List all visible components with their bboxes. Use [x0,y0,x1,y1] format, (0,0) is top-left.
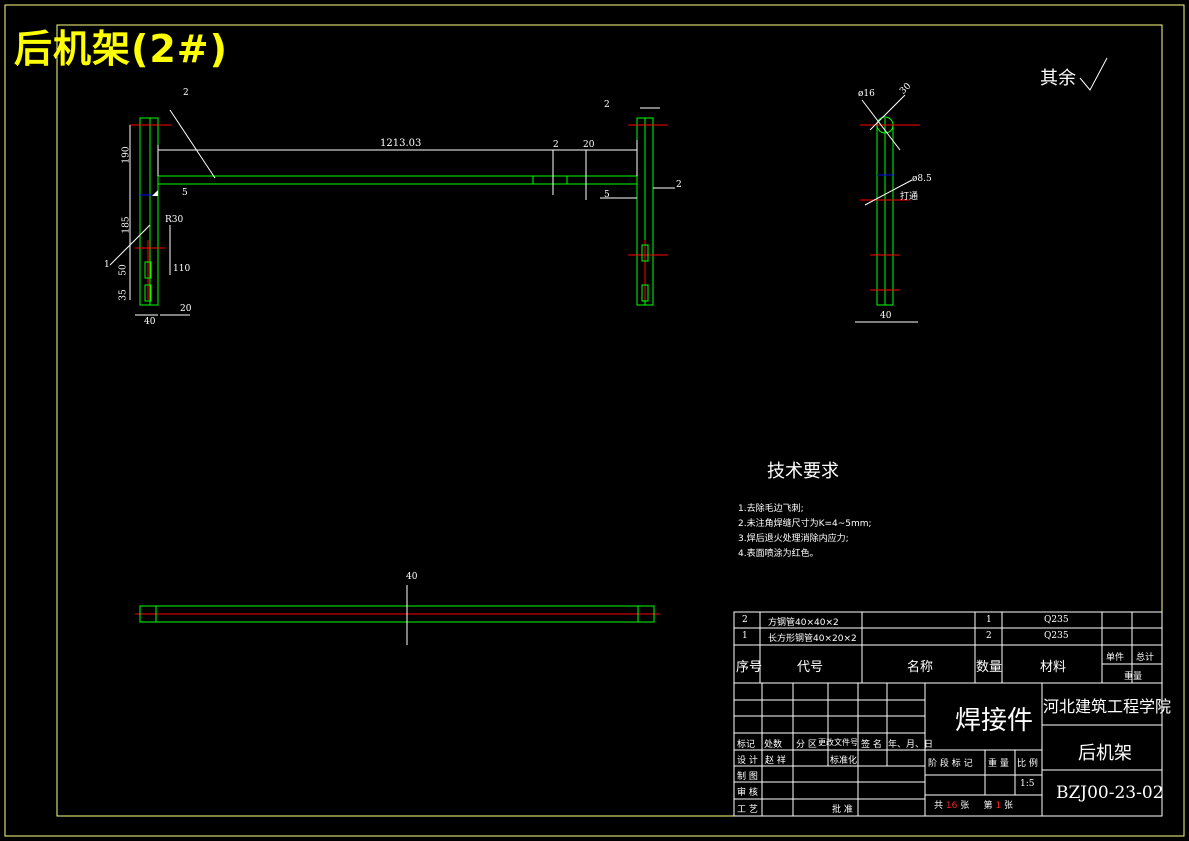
tb-change-doc: 更改文件号 [818,738,858,747]
dim-40a: 40 [144,317,156,327]
dim-40c: 40 [406,572,418,582]
surface-note: 其余 [1040,68,1076,89]
dim-dia85-note: 打通 [900,192,919,202]
bom-row-material: Q235 [1044,631,1069,641]
tb-sheet-count: 共 16 张 第 1 张 [934,798,1013,811]
top-view [135,585,660,645]
label-2a: 2 [183,88,189,98]
tb-part-name: 后机架 [1078,743,1132,764]
roughness-symbol [1079,57,1108,91]
dim-20a: 20 [583,140,595,150]
tb-sheets-unit: 张 [960,801,970,811]
dim-r30: R30 [165,215,184,225]
tb-design: 设 计 [737,756,758,766]
tb-process: 工 艺 [737,805,758,815]
side-view [855,94,920,323]
tb-weight: 重 量 [988,759,1009,769]
tb-sheet-no-label: 第 [983,801,993,811]
bom-row-name: 长方形钢管40×20×2 [768,634,857,644]
tb-stage: 阶 段 标 记 [928,759,973,769]
tech-heading: 技术要求 [767,461,839,482]
tb-mark: 标记 [737,740,756,750]
label-2b: 2 [553,140,559,150]
dim-185: 185 [121,216,132,234]
bom-header-code: 代号 [797,660,824,675]
tb-date: 年、月、日 [888,740,934,750]
bom-header-unit: 单件 [1106,653,1125,663]
bom-header-total: 总计 [1136,653,1155,663]
tb-draw: 制 图 [737,772,758,782]
dim-20b: 20 [180,304,192,314]
bom-row-material: Q235 [1044,615,1069,625]
dim-40b: 40 [880,311,892,321]
tb-type: 焊接件 [955,706,1034,736]
label-2c: 2 [604,100,610,110]
dim-50: 50 [118,264,129,276]
tb-drawing-no: BZJ00-23-02 [1056,783,1164,803]
tb-scale: 1:5 [1020,779,1035,789]
tb-approve: 批 准 [832,805,853,815]
dim-35: 35 [118,289,129,301]
tb-designer: 赵 祥 [765,756,786,766]
tech-note: 4.表面喷涂为红色。 [738,549,819,559]
tb-ratio: 比 例 [1017,759,1038,769]
dim-110: 110 [173,264,191,274]
bom-header-name: 名称 [907,660,934,675]
bom-row-qty: 1 [986,615,992,625]
bom-header-material: 材料 [1040,660,1067,675]
bom-row-no: 2 [742,615,748,625]
sheet-title: 后机架(2#) [14,27,229,71]
bom-row-no: 1 [742,631,748,641]
label-2d: 2 [676,180,682,190]
dim-front-length: 1213.03 [380,138,422,149]
bom-header-no: 序号 [736,660,763,675]
tech-note: 3.焊后退火处理消除内应力; [738,534,849,544]
tb-check: 审 核 [737,788,758,798]
bom-header-qty: 数量 [976,660,1003,675]
bom-row-qty: 2 [986,631,992,641]
dim-dia85: ø8.5 [912,174,932,184]
bom-row-name: 方钢管40×40×2 [768,618,839,628]
dim-190: 190 [121,146,132,164]
dim-dia16: ø16 [858,89,875,99]
part-label-1: 1 [104,260,110,270]
dim-5b: 5 [604,190,610,200]
tb-sheets-total-label: 共 [934,801,944,811]
tech-note: 1.去除毛边飞刺; [738,504,804,514]
tb-school: 河北建筑工程学院 [1043,697,1172,716]
tb-count: 处数 [764,740,783,750]
tb-sheet-no: 1 [995,801,1002,811]
dim-5a: 5 [182,188,188,198]
tech-notes: 1.去除毛边飞刺; 2.未注角焊缝尺寸为K=4~5mm; 3.焊后退火处理消除内… [738,502,872,562]
inner-border [56,24,1163,817]
tb-zone: 分 区 [796,740,817,750]
bom-header-weight: 重量 [1124,672,1143,682]
tb-sign: 签 名 [861,740,882,750]
tech-note: 2.未注角焊缝尺寸为K=4~5mm; [738,519,872,529]
tb-sheet-unit2: 张 [1004,801,1014,811]
tb-standard: 标准化 [830,756,858,766]
tb-sheets-total: 16 [945,801,958,811]
